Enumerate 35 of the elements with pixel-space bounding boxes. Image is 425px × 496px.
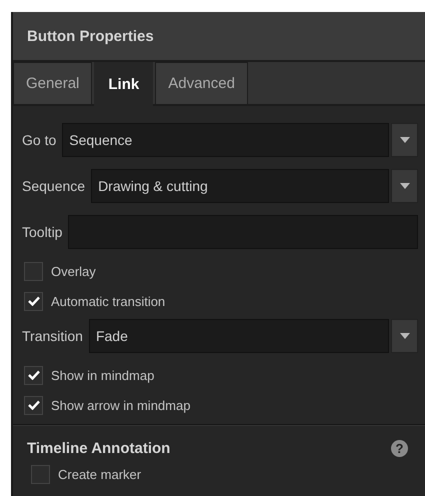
caret-icon bbox=[400, 137, 410, 143]
checkbox-label: Automatic transition bbox=[51, 294, 166, 308]
checkbox[interactable] bbox=[31, 464, 50, 484]
dropdown-button[interactable] bbox=[391, 169, 418, 203]
dropdown-value: Fade bbox=[96, 328, 128, 344]
checkbox-label: Show arrow in mindmap bbox=[51, 398, 190, 412]
checkbox-label: Overlay bbox=[51, 264, 96, 278]
checkmark-icon bbox=[28, 296, 40, 306]
tab[interactable]: General bbox=[13, 62, 92, 104]
field-label: Transition bbox=[22, 328, 83, 344]
checkbox[interactable] bbox=[24, 366, 43, 384]
tab[interactable]: Advanced bbox=[155, 62, 248, 104]
field-label: Go to bbox=[22, 132, 56, 148]
dropdown[interactable]: Fade bbox=[88, 319, 389, 353]
section-title: Timeline Annotation bbox=[27, 440, 170, 457]
caret-icon bbox=[400, 333, 410, 339]
caret-icon bbox=[400, 183, 410, 189]
dropdown-value: Sequence bbox=[69, 132, 132, 148]
checkbox[interactable] bbox=[24, 262, 43, 280]
checkbox-label: Create marker bbox=[58, 466, 142, 482]
dropdown[interactable]: Sequence bbox=[62, 123, 389, 157]
field-label: Sequence bbox=[22, 178, 86, 194]
field-label: Tooltip bbox=[22, 224, 62, 240]
dropdown[interactable]: Drawing & cutting bbox=[91, 169, 389, 203]
checkbox[interactable] bbox=[24, 396, 43, 414]
checkbox[interactable] bbox=[24, 292, 43, 310]
checkmark-icon bbox=[28, 370, 40, 380]
checkbox-label: Show in mindmap bbox=[51, 368, 154, 382]
tab[interactable]: Link bbox=[94, 62, 154, 106]
dropdown-button[interactable] bbox=[391, 123, 418, 157]
panel-title: Button Properties bbox=[27, 28, 154, 44]
help-button[interactable]: ? bbox=[391, 440, 408, 457]
checkmark-icon bbox=[28, 400, 40, 410]
dropdown-value: Drawing & cutting bbox=[98, 178, 208, 194]
dropdown-button[interactable] bbox=[391, 319, 418, 353]
